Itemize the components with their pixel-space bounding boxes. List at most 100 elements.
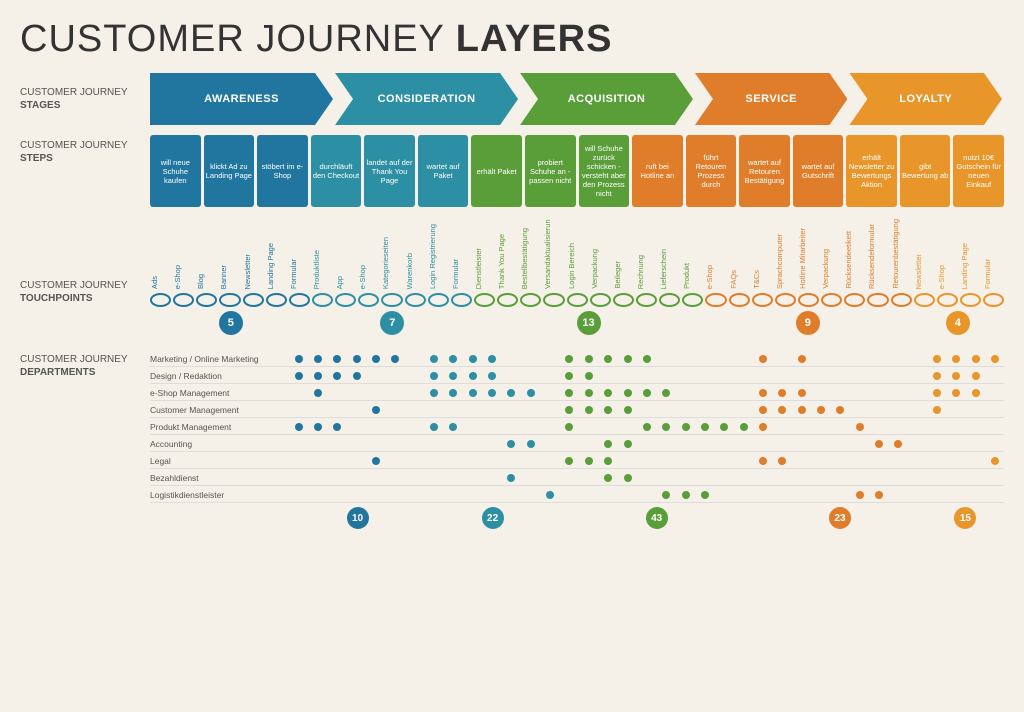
- tp-name-13: Formular: [451, 259, 472, 289]
- dept-dot-8-20: [682, 491, 690, 499]
- dept-cell-1-35: [967, 369, 984, 383]
- dept-dot-6-25: [778, 457, 786, 465]
- dept-cell-6-30: [870, 454, 887, 468]
- tp-dot-1: [173, 293, 194, 307]
- dept-cell-7-6: [406, 471, 423, 485]
- dept-dots-0: [290, 352, 1004, 366]
- tp-count-badge-2: 13: [577, 311, 601, 335]
- dept-dot-1-0: [295, 372, 303, 380]
- dept-cell-2-20: [677, 386, 694, 400]
- dept-cell-7-32: [909, 471, 926, 485]
- dept-cell-2-28: [832, 386, 849, 400]
- tp-name-34: e-Shop: [937, 265, 958, 289]
- dept-dot-0-9: [469, 355, 477, 363]
- dept-cell-7-1: [309, 471, 326, 485]
- stage-loyalty: LOYALTY: [849, 73, 1002, 125]
- dept-cell-1-5: [387, 369, 404, 383]
- dept-cell-4-16: [600, 420, 617, 434]
- dept-cell-3-13: [541, 403, 558, 417]
- dept-dot-2-7: [430, 389, 438, 397]
- dept-cell-4-22: [716, 420, 733, 434]
- dept-cell-4-3: [348, 420, 365, 434]
- dept-cell-2-7: [425, 386, 442, 400]
- dept-name-6: Legal: [150, 456, 290, 466]
- tp-count-badge-4: 4: [946, 311, 970, 335]
- dept-dots-1: [290, 369, 1004, 383]
- dept-cell-5-12: [522, 437, 539, 451]
- dept-dot-1-34: [952, 372, 960, 380]
- dept-cell-7-24: [754, 471, 771, 485]
- dept-cell-7-33: [928, 471, 945, 485]
- tp-name-1: e-Shop: [173, 265, 194, 289]
- dept-dot-3-15: [585, 406, 593, 414]
- dept-dot-4-23: [740, 423, 748, 431]
- step-card-10: führt Retouren Prozess durch: [686, 135, 737, 207]
- dept-cell-4-30: [870, 420, 887, 434]
- dept-cell-7-35: [967, 471, 984, 485]
- dept-row-4: Produkt Management: [150, 419, 1004, 435]
- tp-name-4: Newsletter: [243, 254, 264, 289]
- dept-cell-1-15: [580, 369, 597, 383]
- dept-dot-2-34: [952, 389, 960, 397]
- dept-dot-4-1: [314, 423, 322, 431]
- dept-cell-6-34: [948, 454, 965, 468]
- dept-cell-2-23: [735, 386, 752, 400]
- tp-name-2: Blog: [196, 274, 217, 289]
- dept-cell-7-4: [367, 471, 384, 485]
- dept-name-2: e-Shop Management: [150, 388, 290, 398]
- step-card-11: wartet auf Retouren Bestätigung: [739, 135, 790, 207]
- dept-cell-8-4: [367, 488, 384, 502]
- tp-dot-28: [798, 293, 819, 307]
- dept-cell-8-13: [541, 488, 558, 502]
- tp-name-26: T&Cs: [752, 270, 773, 289]
- dept-dot-2-8: [449, 389, 457, 397]
- dept-cell-1-18: [638, 369, 655, 383]
- dept-cell-8-14: [561, 488, 578, 502]
- dept-cell-1-22: [716, 369, 733, 383]
- dept-dot-6-14: [565, 457, 573, 465]
- dept-cell-7-25: [774, 471, 791, 485]
- dept-cell-7-27: [812, 471, 829, 485]
- dept-dot-4-8: [449, 423, 457, 431]
- dept-cell-6-33: [928, 454, 945, 468]
- dept-cell-7-14: [561, 471, 578, 485]
- dept-cell-7-16: [600, 471, 617, 485]
- dept-dot-1-9: [469, 372, 477, 380]
- dept-cell-7-29: [851, 471, 868, 485]
- departments-section: CUSTOMER JOURNEY DEPARTMENTS Marketing /…: [20, 351, 1004, 533]
- steps-label: CUSTOMER JOURNEY STEPS: [20, 135, 150, 165]
- dept-cell-0-33: [928, 352, 945, 366]
- dept-cell-1-33: [928, 369, 945, 383]
- dept-cell-5-18: [638, 437, 655, 451]
- dept-cell-2-33: [928, 386, 945, 400]
- dept-cell-6-13: [541, 454, 558, 468]
- tp-dot-6: [289, 293, 310, 307]
- dept-cell-1-26: [793, 369, 810, 383]
- dept-total-badge-1: 22: [482, 507, 504, 529]
- dept-cell-1-24: [754, 369, 771, 383]
- dept-cell-3-7: [425, 403, 442, 417]
- dept-cell-0-27: [812, 352, 829, 366]
- dept-cell-7-28: [832, 471, 849, 485]
- dept-dot-1-15: [585, 372, 593, 380]
- dept-cell-2-8: [445, 386, 462, 400]
- dept-cell-2-1: [309, 386, 326, 400]
- tp-dot-33: [914, 293, 935, 307]
- dept-cell-4-35: [967, 420, 984, 434]
- dept-cell-2-31: [890, 386, 907, 400]
- dept-dot-1-3: [353, 372, 361, 380]
- dept-cell-2-26: [793, 386, 810, 400]
- tp-dot-32: [891, 293, 912, 307]
- dept-cell-2-0: [290, 386, 307, 400]
- dept-cell-2-9: [464, 386, 481, 400]
- dept-dot-0-17: [624, 355, 632, 363]
- dept-cell-4-15: [580, 420, 597, 434]
- dept-cell-4-19: [658, 420, 675, 434]
- dept-cell-6-9: [464, 454, 481, 468]
- tp-dot-4: [243, 293, 264, 307]
- dept-cell-1-2: [329, 369, 346, 383]
- dept-cell-7-13: [541, 471, 558, 485]
- dept-row-0: Marketing / Online Marketing: [150, 351, 1004, 367]
- dept-cell-3-4: [367, 403, 384, 417]
- dept-cell-4-24: [754, 420, 771, 434]
